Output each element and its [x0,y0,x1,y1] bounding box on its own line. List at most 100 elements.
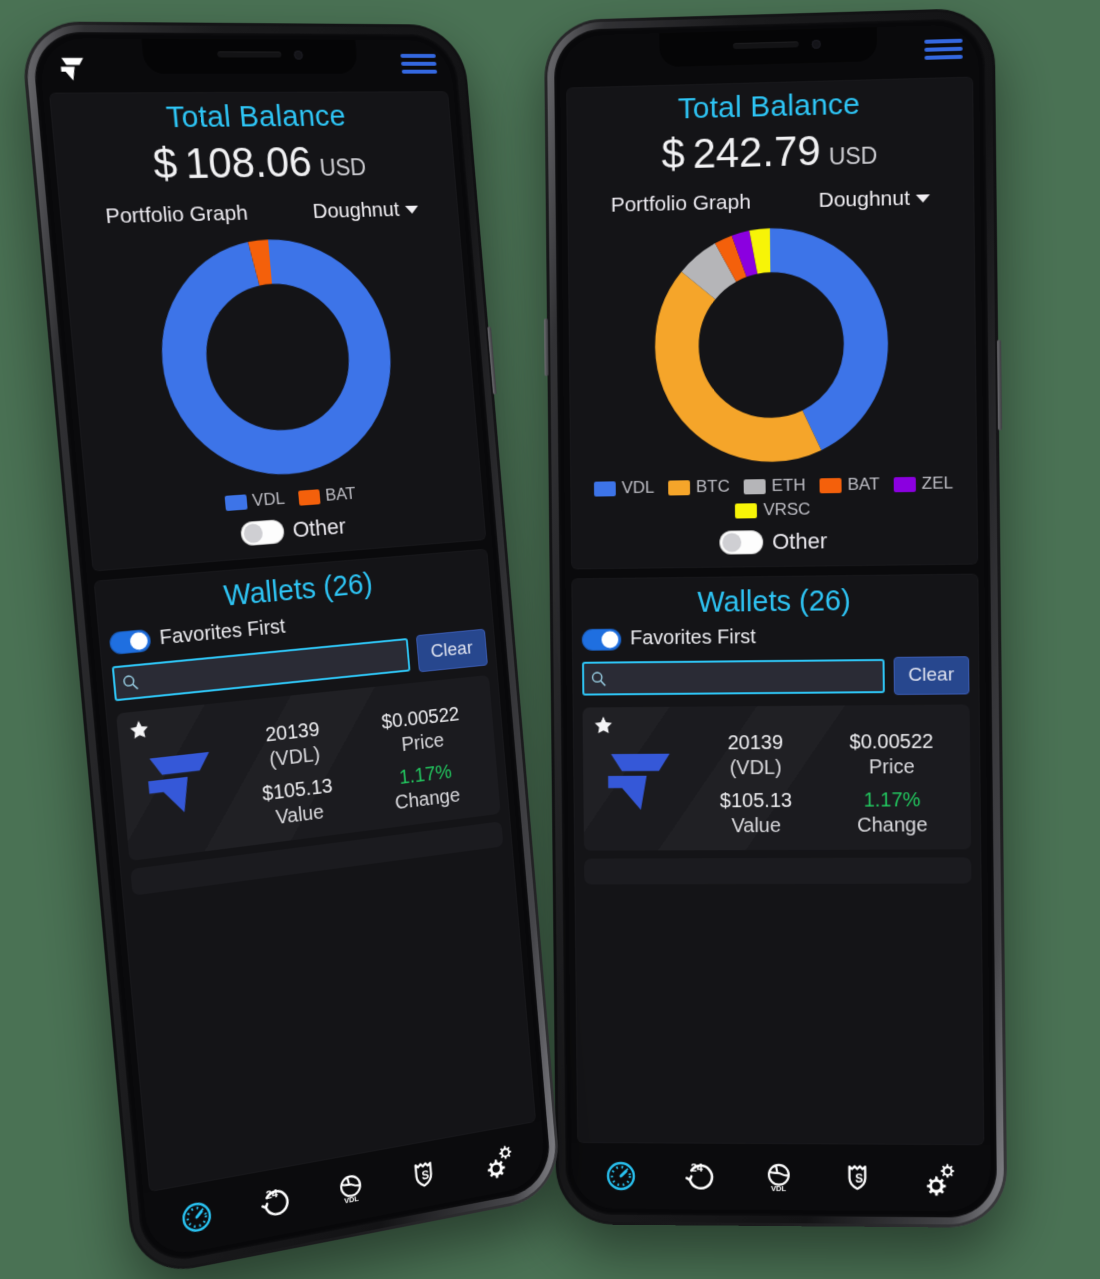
balance-value: 108.06 [182,137,314,188]
search-icon [590,670,607,687]
nav-dashboard-gauge-icon[interactable] [178,1197,215,1238]
favorites-first-label: Favorites First [158,615,287,650]
donut-svg [646,217,898,472]
favorites-first-toggle[interactable] [581,628,622,651]
portfolio-donut-chart-left[interactable] [73,226,472,495]
search-icon [121,673,140,692]
legend-swatch [297,488,321,506]
wallet-value: $105.13 [719,789,793,813]
phone-screen-right: Total Balance $ 242.79 USD Portfolio Gra… [559,24,992,1212]
wallet-list-item[interactable] [584,857,972,885]
legend-label: BTC [695,476,730,497]
legend-label: VDL [621,477,655,498]
legend-item[interactable]: VRSC [735,499,811,520]
favorites-first-toggle[interactable] [108,628,152,655]
legend-item[interactable]: BAT [819,474,880,495]
favorites-first-label: Favorites First [630,626,757,650]
nav-dashboard-gauge-icon[interactable] [604,1159,638,1193]
favorite-star-icon[interactable] [592,714,614,736]
phone-device-left: Total Balance $ 108.06 USD Portfolio Gra… [19,21,563,1279]
wallets-title: Wallets (26) [697,585,851,619]
wallet-price-col: $0.00522 Price 1.17% Change [356,701,490,819]
wallets-card-left: Wallets (26) Favorites First Clear 20139… [93,548,537,1193]
page-title: Total Balance [164,99,347,135]
favorites-first-row-right: Favorites First [581,624,969,651]
legend-swatch [893,476,916,492]
other-toggle-label: Other [772,528,828,555]
legend-label: ZEL [921,473,954,493]
legend-item[interactable]: BTC [668,477,730,498]
other-toggle[interactable] [239,519,286,547]
clear-button[interactable]: Clear [415,628,488,673]
legend-swatch [819,477,842,493]
balance-value: 242.79 [692,126,821,177]
wallet-amount-col: 20139 (VDL) $105.13 Value [688,732,825,839]
portfolio-donut-chart-right[interactable] [577,216,967,473]
wallets-card-right: Wallets (26) Favorites First Clear 20139… [571,573,985,1146]
chart-type-value: Doughnut [818,186,911,212]
search-input[interactable] [582,658,885,696]
toggle-knob [129,631,149,651]
front-camera-icon [293,50,304,60]
legend-label: VDL [251,488,286,511]
chart-legend-right: VDL BTC ETH BAT ZEL VRSC [580,473,967,522]
nav-shield-dollar-icon[interactable]: S [408,1155,442,1194]
phone-notch-right [659,27,878,68]
toggle-knob [722,532,742,553]
chart-type-value: Doughnut [311,198,401,224]
nav-settings-gears-icon[interactable] [481,1140,517,1181]
legend-item[interactable]: BAT [297,484,356,508]
vdl-coin-icon [593,733,689,825]
nav-settings-gears-icon[interactable] [921,1160,958,1196]
wallet-item-row: 20139 (VDL) $105.13 Value $0.00522 Price… [593,731,961,839]
legend-label: ETH [771,475,806,496]
wallet-amount: 20139 [727,731,784,755]
chevron-down-icon [404,205,419,214]
vdl-logo-icon [56,53,90,84]
wallet-price-col: $0.00522 Price 1.17% Change [823,731,961,838]
wallet-item-row: 20139 (VDL) $105.13 Value $0.00522 Price… [129,701,491,847]
phone-device-right: Total Balance $ 242.79 USD Portfolio Gra… [543,7,1008,1228]
portfolio-graph-label: Portfolio Graph [610,190,751,217]
nav-globe-vdl-icon[interactable]: VDL [333,1169,368,1208]
page-title: Total Balance [677,87,861,126]
phone-side-button-right[interactable] [543,318,549,377]
wallet-price-label: Price [868,756,915,779]
wallet-ticker: (VDL) [729,756,782,780]
nav-globe-vdl-icon[interactable]: VDL [762,1160,796,1194]
hamburger-menu-icon[interactable] [924,35,963,64]
nav-24h-history-icon[interactable]: 24 [256,1183,292,1223]
legend-swatch [735,502,758,519]
svg-text:24: 24 [265,1188,278,1202]
nav-24h-history-icon[interactable]: 24 [683,1159,717,1193]
chart-type-select[interactable]: Doughnut [818,186,931,213]
portfolio-graph-label: Portfolio Graph [104,201,249,229]
legend-item[interactable]: VDL [593,477,655,499]
favorite-star-icon[interactable] [127,717,151,742]
screenshot-stage: Total Balance $ 242.79 USD Portfolio Gra… [0,0,1100,1279]
currency-code: USD [828,142,878,170]
other-toggle[interactable] [719,530,764,555]
graph-controls-right: Portfolio Graph Doughnut [577,185,964,218]
legend-item[interactable]: ETH [743,475,806,497]
nav-shield-dollar-icon[interactable]: S [841,1160,875,1194]
hamburger-menu-icon[interactable] [400,50,438,78]
earpiece-speaker-icon [217,51,282,58]
graph-controls-left: Portfolio Graph Doughnut [70,197,450,230]
other-toggle-label: Other [291,513,347,543]
total-balance-amount: $ 242.79 USD [577,123,964,181]
bottom-navigation-right: 24 VDL S [571,1142,992,1212]
currency-code: USD [318,154,368,181]
legend-item[interactable]: VDL [224,489,286,513]
legend-item[interactable]: ZEL [893,473,953,494]
clear-button[interactable]: Clear [893,656,970,696]
phone-volume-button-right[interactable] [997,339,1003,431]
balance-card-left: Total Balance $ 108.06 USD Portfolio Gra… [48,91,487,572]
wallet-list-item[interactable]: 20139 (VDL) $105.13 Value $0.00522 Price… [582,704,972,851]
donut-svg [143,228,409,491]
chart-type-select[interactable]: Doughnut [312,198,419,224]
legend-label: BAT [847,474,880,494]
currency-symbol: $ [661,130,685,178]
legend-swatch [668,479,691,496]
wallet-amount-col: 20139 (VDL) $105.13 Value [225,715,365,836]
